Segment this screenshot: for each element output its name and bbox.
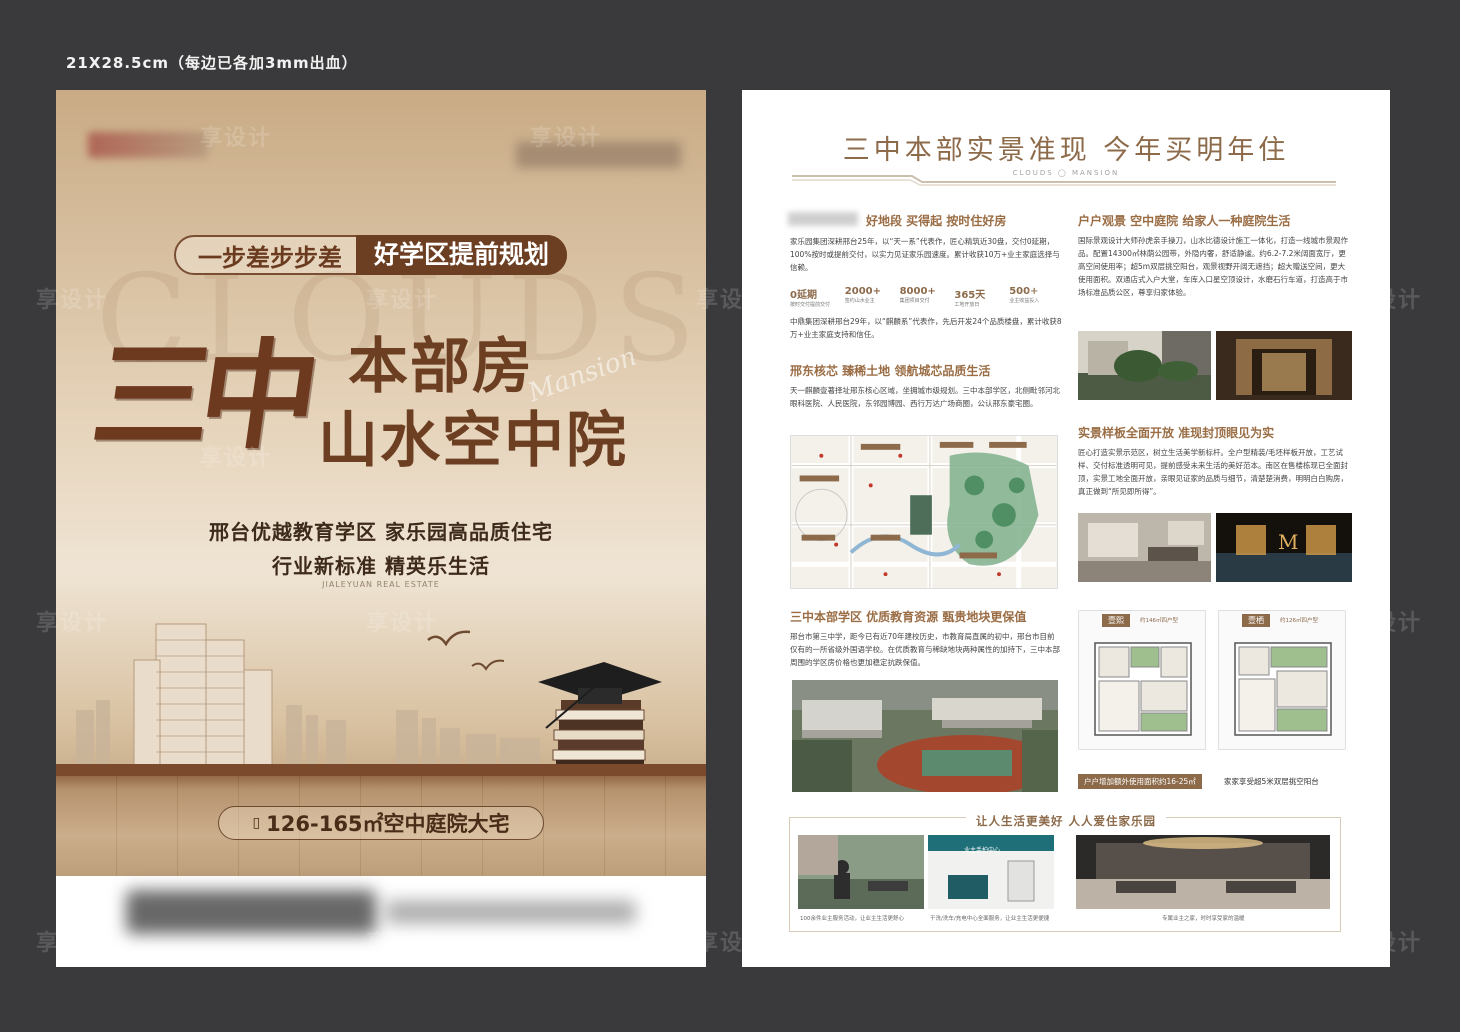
front-page: CLOUDS Mansion 一步差步步差 好学区提前规划 三中 本部房 山水空…	[56, 90, 706, 967]
s3-heading: 三中本部学区 优质教育资源 甄贵地块更保值	[790, 610, 1027, 624]
plan-a-area: 约146㎡四户型	[1140, 618, 1178, 624]
s2-paragraph: 天一麒麟壹著择址邢东核心区域，坐拥城市级规划。三中本部学区，北侧毗邻河北眼科医院…	[790, 386, 1060, 408]
clubhouse-photo	[1076, 835, 1330, 909]
s5-paragraph: 匠心打造实景示范区，树立生活美学新标杆。全户型精装/毛坯样板开放，工艺试样、交付…	[1078, 448, 1348, 496]
address-blurred	[386, 900, 636, 924]
ruler-icon: ▯	[252, 815, 261, 831]
s1-paragraph-2: 中鼎集团深耕邢台29年，以“麒麟系”代表作，先后开发24个品质楼盘，累计收获8万…	[790, 317, 1062, 339]
developer-logo-blurred	[88, 132, 208, 158]
floor-edge	[56, 764, 706, 776]
location-map	[790, 435, 1058, 589]
s1-paragraph-1: 家乐园集团深耕邢台25年，以“天一系”代表作，匠心精筑近30盘，交付0延期，10…	[790, 237, 1060, 272]
tagline-right: 好学区提前规划	[356, 235, 568, 275]
size-pill: ▯ 126-165㎡空中庭院大宅	[218, 806, 544, 840]
size-text: 126-165㎡空中庭院大宅	[266, 812, 510, 836]
brand-small: JIALEYUAN REAL ESTATE	[322, 580, 440, 589]
plan-b-area: 约126㎡四户型	[1280, 618, 1318, 624]
plan-a-name: 壹熙	[1102, 614, 1130, 627]
showroom-photo	[1078, 513, 1211, 582]
s2-heading: 邢东核芯 臻稀土地 领航城芯品质生活	[790, 364, 991, 378]
plan-benefit-1: 户户增加额外使用面积约16-25㎡	[1078, 774, 1202, 789]
hotline-blurred	[126, 890, 376, 934]
stat-item: 2000+ 签约山水业主	[844, 286, 882, 304]
subtitle-line-1: 邢台优越教育学区 家乐园高品质住宅	[209, 520, 553, 544]
back-page: 三中本部实景准现 今年买明年住 CLOUDS ◯ MANSION 好地段 买得起…	[742, 90, 1390, 967]
caption-2: 干洗/洗车/充电中心全面服务，让业主生活更便捷	[930, 916, 1050, 922]
s4-heading: 户户观景 空中庭院 给家人一种庭院生活	[1078, 214, 1291, 228]
plan-b-name: 壹栖	[1242, 614, 1270, 627]
subtitle-line-2: 行业新标准 精英乐生活	[272, 554, 490, 578]
caption-1: 100余件业主服务活动，让业主生活更舒心	[800, 916, 904, 922]
footer-heading: 让人生活更美好 人人爱住家乐园	[742, 810, 1390, 829]
outdoor-activity-photo	[798, 835, 924, 909]
clouds-mansion-mark: CLOUDS ◯ MANSION	[1012, 169, 1120, 177]
print-spec-label: 21X28.5cm（每边已各加3mm出血）	[66, 54, 358, 72]
skyline-and-books-illustration	[76, 623, 662, 774]
stats-row: 0延期 按时交付提前交付 2000+ 签约山水业主 8000+ 集团项目交付 365天…	[790, 286, 1060, 308]
s4-paragraph: 国际景观设计大师孙虎亲手操刀，山水比德设计施工一体化，打造一线城市景观作品。配置…	[1078, 236, 1348, 297]
service-center-sign: 业主手拍中心	[964, 847, 1001, 854]
landscape-photo	[1078, 331, 1211, 400]
svg-text:M: M	[1278, 530, 1298, 554]
tagline-pill: 一步差步步差 好学区提前规划	[174, 235, 568, 275]
night-pool-photo: M	[1216, 513, 1352, 582]
s1-heading: 好地段 买得起 按时住好房	[866, 214, 1007, 228]
plan-benefit-2: 家家享受超5米双层挑空阳台	[1224, 777, 1319, 786]
s5-heading: 实景样板全面开放 准现封顶眼见为实	[1078, 426, 1275, 440]
company-name-blurred	[788, 212, 858, 226]
headline-line-2: 山水空中院	[318, 406, 628, 476]
school-aerial-photo	[792, 680, 1058, 792]
partner-logo-blurred	[516, 142, 681, 168]
s3-paragraph: 邢台市第三中学，距今已有近70年建校历史，市教育局直属的初中，邢台市目前仅有的一…	[790, 632, 1060, 667]
floor-plan-a	[1078, 610, 1206, 750]
lobby-photo	[1216, 331, 1352, 400]
stat-item: 365天 工地开放日	[954, 290, 986, 308]
stat-item: 8000+ 集团项目交付	[899, 286, 936, 304]
floor-plan-b	[1218, 610, 1346, 750]
back-title: 三中本部实景准现 今年买明年住	[842, 135, 1290, 166]
stat-item: 0延期 按时交付提前交付	[790, 290, 831, 308]
brush-title: 三中	[84, 326, 317, 465]
tagline-left: 一步差步步差	[198, 243, 342, 272]
stat-item: 500+ 业主收益投入	[1009, 286, 1040, 304]
caption-3: 专属业主之家，时时享受家的温暖	[1162, 916, 1245, 922]
